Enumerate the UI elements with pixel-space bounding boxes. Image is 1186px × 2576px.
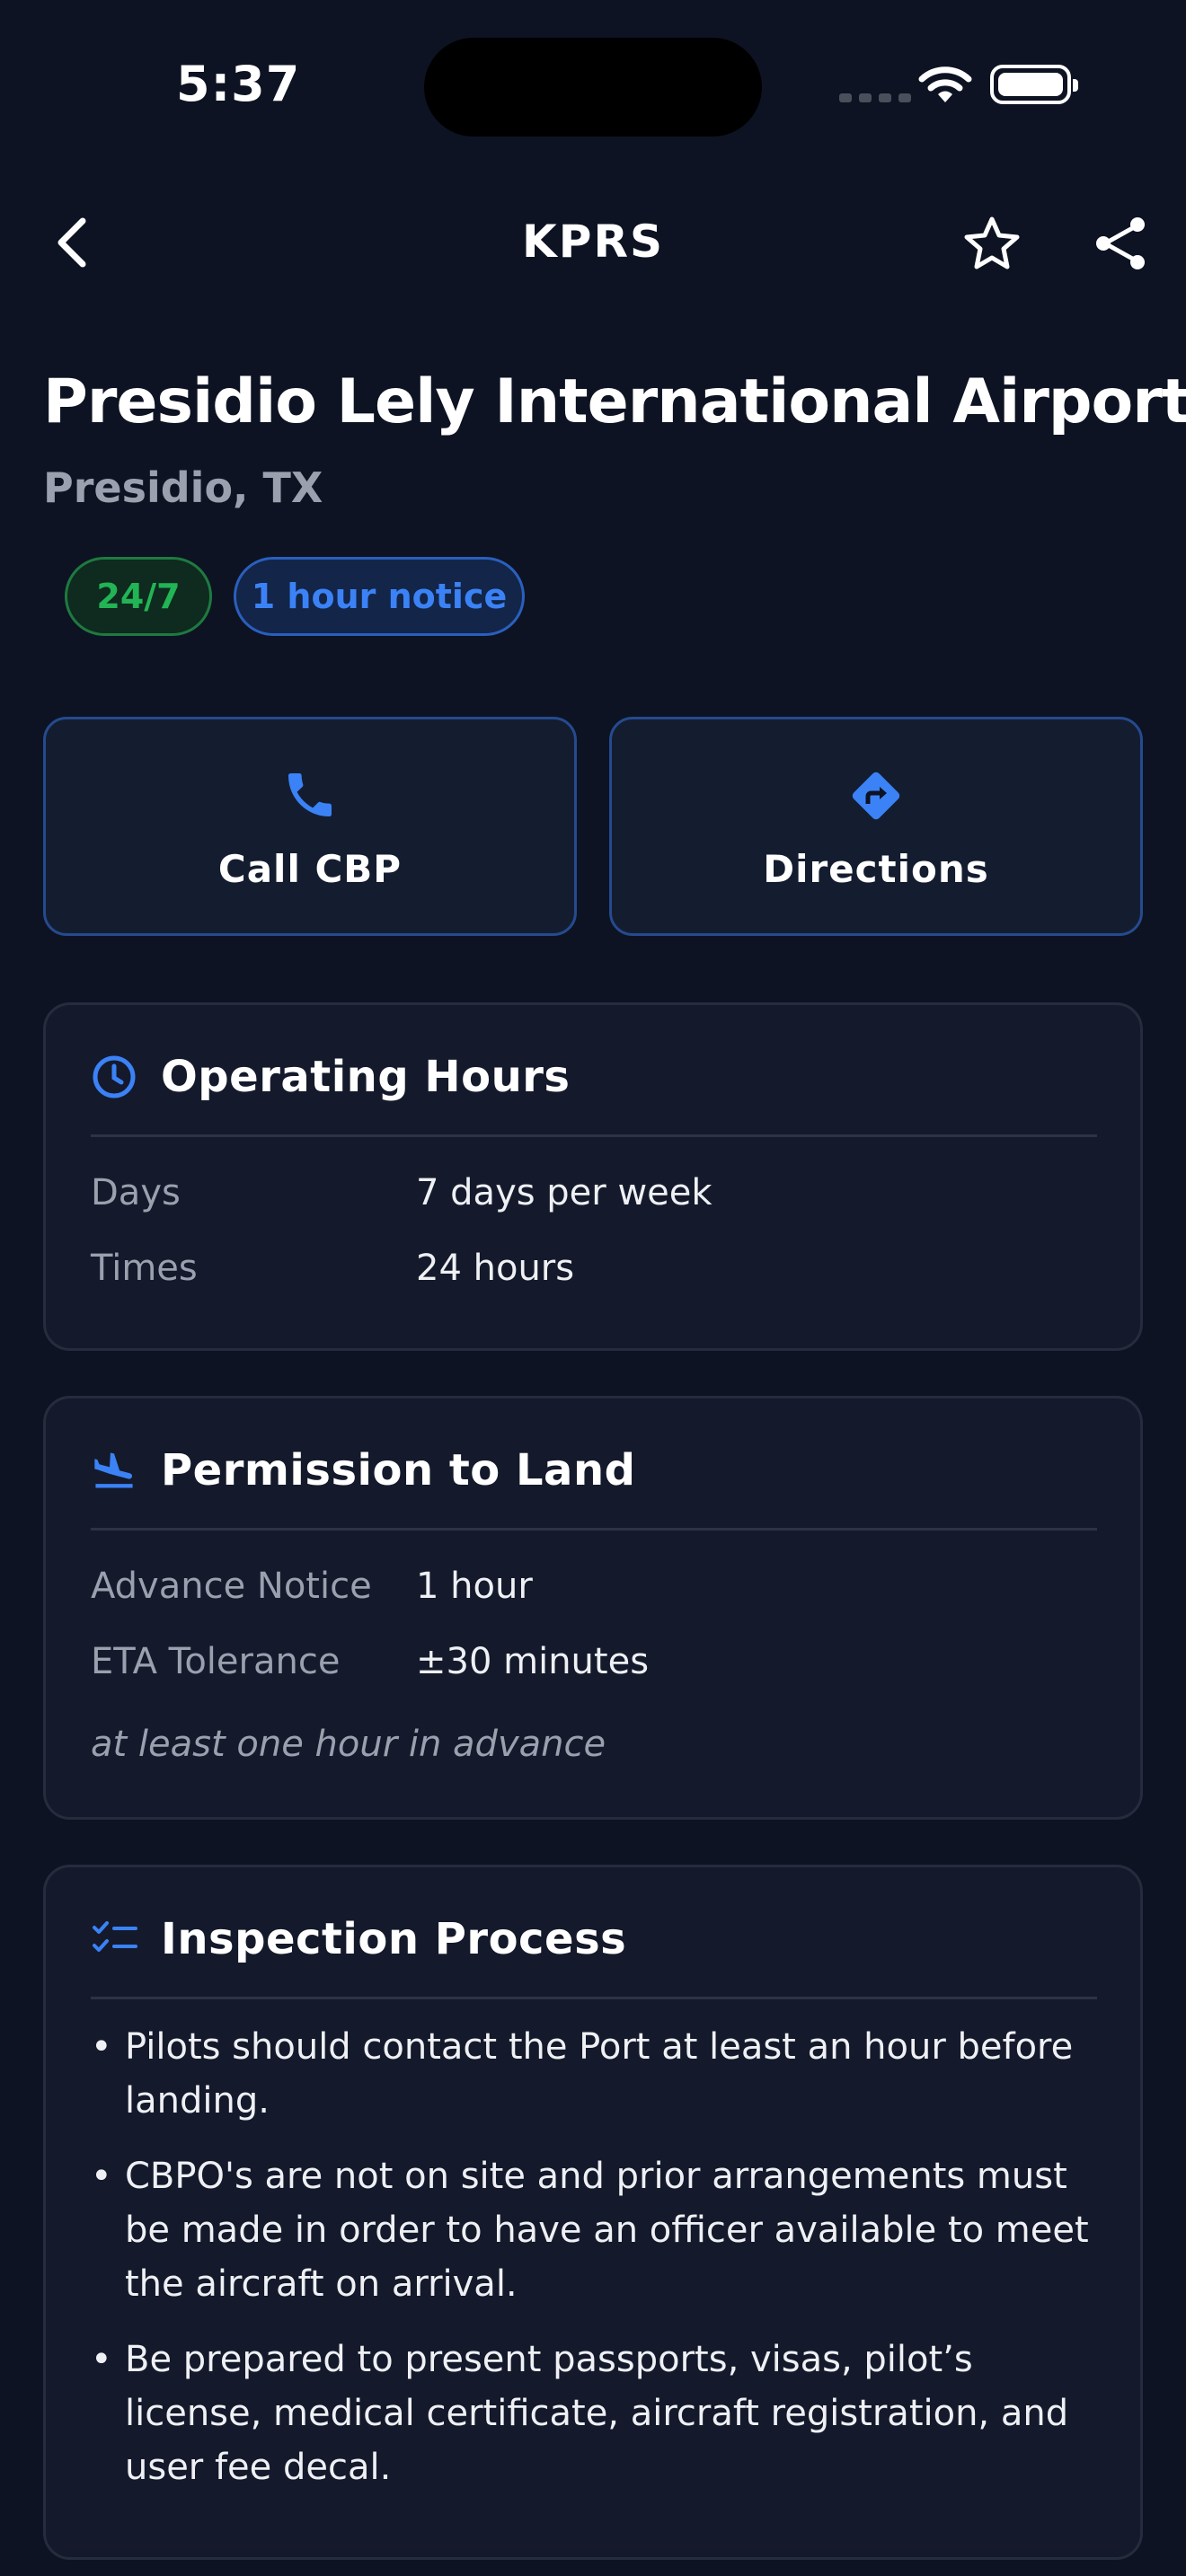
info-row: Days 7 days per week [91,1172,712,1213]
airport-name: Presidio Lely International Airport [43,366,1186,437]
permission-title: Permission to Land [161,1445,636,1495]
list-item: • Pilots should contact the Port at leas… [91,2020,1104,2128]
share-button[interactable] [1093,216,1148,275]
list-item: • Be prepared to present passports, visa… [91,2333,1104,2494]
bullet-icon: • [91,2026,112,2068]
cellular-signal-icon [839,93,911,102]
row-label: Times [91,1248,198,1289]
permission-header: Permission to Land [91,1445,635,1495]
call-cbp-button[interactable]: Call CBP [43,717,577,936]
directions-label: Directions [763,847,989,891]
row-label: ETA Tolerance [91,1641,341,1682]
row-value: 24 hours [416,1248,575,1289]
directions-icon [846,766,906,829]
row-label: Days [91,1172,181,1213]
permission-card: Permission to Land Advance Notice 1 hour … [43,1396,1143,1820]
bullet-icon: • [91,2156,112,2197]
phone-icon [281,766,339,827]
list-item: • CBPO's are not on site and prior arran… [91,2149,1104,2311]
row-value: 7 days per week [416,1172,712,1213]
star-icon [964,216,1020,269]
airport-location: Presidio, TX [43,463,323,512]
inspection-list: • Pilots should contact the Port at leas… [91,2020,1104,2516]
info-row: ETA Tolerance ±30 minutes [91,1641,649,1682]
status-time: 5:37 [176,56,301,112]
inspection-title: Inspection Process [161,1914,627,1964]
dynamic-island [424,38,762,137]
row-value: ±30 minutes [416,1641,650,1682]
operating-hours-card: Operating Hours Days 7 days per week Time… [43,1002,1143,1351]
favorite-button[interactable] [963,216,1021,275]
wifi-icon [918,65,972,110]
battery-icon [990,65,1078,104]
notice-badge: 1 hour notice [234,557,525,636]
info-row: Times 24 hours [91,1248,574,1289]
bullet-icon: • [91,2339,112,2380]
share-icon [1096,217,1145,269]
inspection-header: Inspection Process [91,1914,626,1964]
row-value: 1 hour [416,1566,533,1607]
hours-badge: 24/7 [65,557,212,636]
inspection-card: Inspection Process • Pilots should conta… [43,1865,1143,2560]
divider [91,1997,1097,1999]
operating-hours-title: Operating Hours [161,1052,571,1102]
divider [91,1528,1097,1531]
clock-icon [93,1055,136,1098]
directions-button[interactable]: Directions [609,717,1143,936]
list-item-text: Be prepared to present passports, visas,… [125,2339,1069,2488]
plane-landing-icon [94,1452,133,1488]
checklist-icon [93,1921,137,1952]
call-cbp-label: Call CBP [217,847,403,891]
list-item-text: CBPO's are not on site and prior arrange… [125,2156,1089,2305]
permission-note: at least one hour in advance [91,1724,606,1765]
operating-hours-header: Operating Hours [91,1052,570,1102]
info-row: Advance Notice 1 hour [91,1566,533,1607]
list-item-text: Pilots should contact the Port at least … [125,2026,1074,2122]
row-label: Advance Notice [91,1566,372,1607]
divider [91,1134,1097,1137]
